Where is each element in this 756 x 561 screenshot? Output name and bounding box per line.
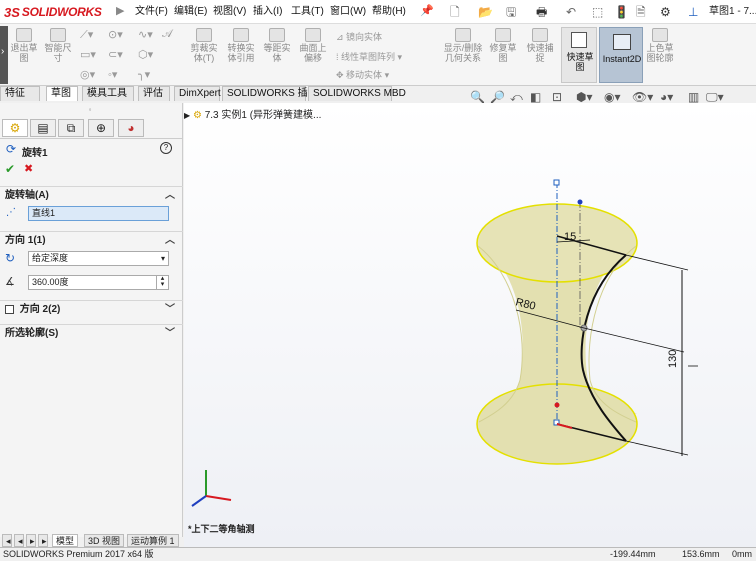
chevron-up-icon[interactable]: ︿	[165, 187, 175, 205]
coord-y: 153.6mm	[682, 549, 720, 559]
coord-x: -199.44mm	[610, 549, 656, 559]
nav-next-icon[interactable]: ▸	[26, 534, 36, 547]
direction2-checkbox[interactable]	[5, 304, 14, 314]
property-manager-tab-icon[interactable]: ▤	[30, 119, 56, 137]
ok-button[interactable]: ✔	[5, 162, 15, 176]
feature-manager-tab-icon[interactable]: ⚙	[2, 119, 28, 137]
coord-z: 0mm	[732, 549, 752, 559]
direction1-title: 方向 1(1)	[5, 235, 46, 246]
angle-icon: ∡	[5, 276, 15, 288]
nav-prev-icon[interactable]: ◂	[14, 534, 24, 547]
direction2-section-header[interactable]: 方向 2(2) ﹀	[0, 300, 183, 318]
panel-grip[interactable]: ◦	[80, 105, 100, 114]
product-version: SOLIDWORKS Premium 2017 x64 版	[3, 549, 154, 559]
end-condition-select[interactable]: 给定深度 ▾	[28, 251, 169, 266]
manager-tabs: ⚙ ▤ ⧉ ⊕ ◕	[0, 117, 183, 139]
selected-contours-title: 所选轮廓(S)	[5, 328, 59, 339]
axis-selection-field[interactable]: 直线1	[28, 206, 169, 221]
display-manager-tab-icon[interactable]: ◕	[118, 119, 144, 137]
chevron-down-icon[interactable]: ﹀	[165, 301, 175, 319]
axis-section-header[interactable]: 旋转轴(A) ︿	[0, 186, 183, 204]
bottom-tabs: ◂ ◂ ▸ ▸ 模型 3D 视图 运动算例 1	[0, 534, 183, 547]
direction1-section-header[interactable]: 方向 1(1) ︿	[0, 231, 183, 249]
tab-model[interactable]: 模型	[52, 534, 79, 547]
feature-title: 旋转1	[22, 148, 48, 159]
dim-15: 15	[564, 231, 576, 243]
dim130-ext-bottom	[625, 440, 689, 456]
direction2-title: 方向 2(2)	[19, 304, 61, 315]
dimxpert-manager-tab-icon[interactable]: ⊕	[88, 119, 114, 137]
axis-endpoint-top	[553, 179, 560, 186]
chevron-up-icon[interactable]: ︿	[165, 232, 175, 250]
angle-input[interactable]: 360.00度 ▴ ▾	[28, 275, 169, 290]
tab-3d-view[interactable]: 3D 视图	[84, 534, 125, 547]
selected-contours-header[interactable]: 所选轮廓(S) ﹀	[0, 324, 183, 342]
nav-last-icon[interactable]: ▸	[38, 534, 48, 547]
chevron-down-icon: ▾	[160, 254, 165, 263]
status-bar: SOLIDWORKS Premium 2017 x64 版 -199.44mm …	[0, 547, 756, 561]
angle-value: 360.00度	[32, 277, 69, 287]
axis-triad[interactable]	[191, 470, 232, 507]
angle-spinner[interactable]: ▴ ▾	[156, 275, 168, 289]
revolve-feature-icon: ⟳	[6, 142, 17, 156]
tab-motion-study[interactable]: 运动算例 1	[127, 534, 179, 547]
axis-section-title: 旋转轴(A)	[5, 190, 49, 201]
reverse-direction-icon[interactable]: ↻	[5, 251, 15, 265]
axis-line-icon: ⋰	[6, 207, 16, 218]
centerpoint	[554, 402, 560, 408]
axis-selection-value: 直线1	[32, 208, 56, 218]
sketch-point	[577, 199, 583, 205]
help-icon[interactable]: ?	[160, 142, 172, 154]
chevron-down-icon[interactable]: ﹀	[165, 325, 175, 343]
dimR80-ext	[583, 327, 685, 353]
nav-first-icon[interactable]: ◂	[2, 534, 12, 547]
dim-130: 130	[667, 350, 679, 368]
configuration-manager-tab-icon[interactable]: ⧉	[58, 119, 84, 137]
dim130-ext-top	[625, 254, 689, 271]
end-condition-value: 给定深度	[32, 253, 69, 263]
view-orientation-label: *上下二等角轴测	[188, 524, 255, 534]
cancel-button[interactable]: ✖	[24, 162, 33, 175]
